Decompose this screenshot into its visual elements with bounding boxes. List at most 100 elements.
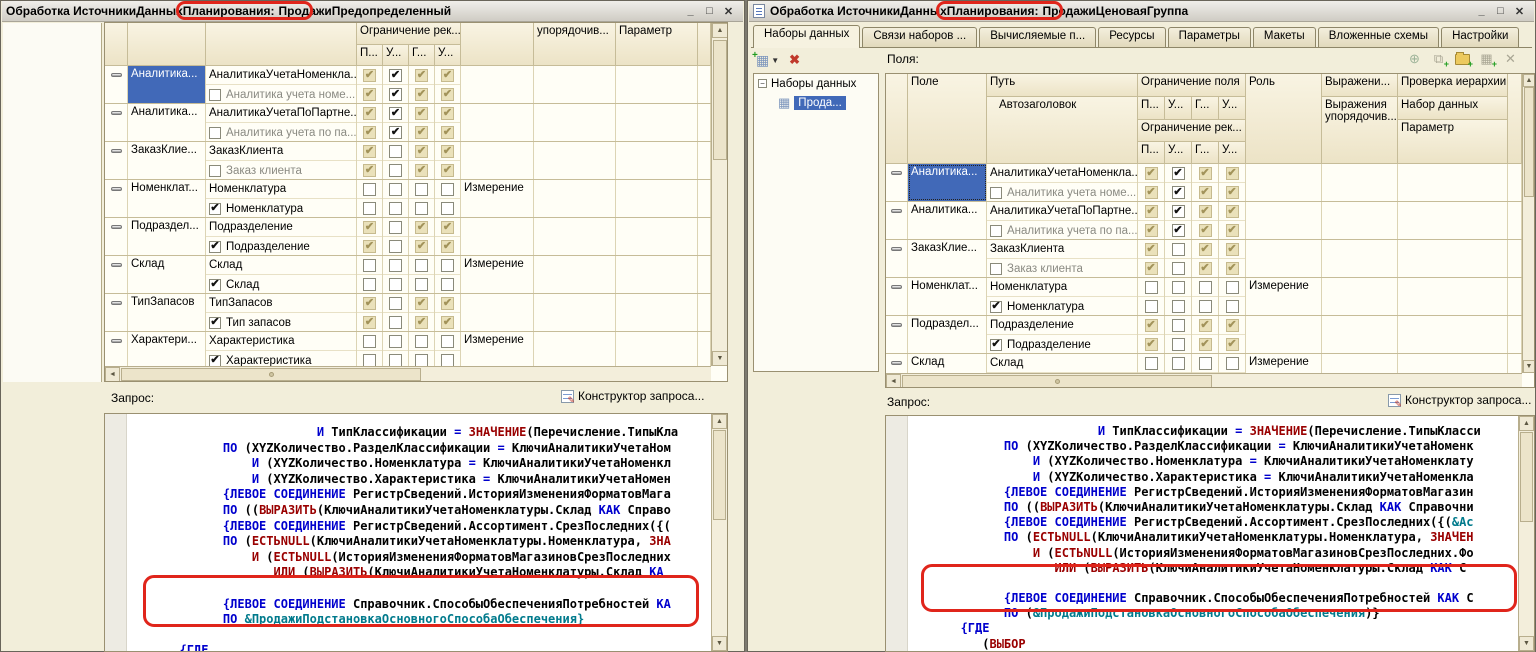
path-main[interactable]: Склад xyxy=(206,256,356,275)
limit-checkbox-cell[interactable] xyxy=(435,66,461,103)
limit-main[interactable] xyxy=(1192,316,1218,335)
limit-checkbox-cell[interactable] xyxy=(1192,202,1219,239)
limit-sub[interactable] xyxy=(1219,221,1245,239)
field-path-cell[interactable]: ПодразделениеПодразделение xyxy=(987,316,1138,353)
role-cell[interactable] xyxy=(461,104,534,141)
field-name-cell[interactable]: Аналитика... xyxy=(908,164,987,201)
limit-main[interactable] xyxy=(383,66,408,85)
limit-checkbox-cell[interactable] xyxy=(383,66,409,103)
checkbox-un[interactable] xyxy=(1172,281,1185,294)
checkbox-ec[interactable] xyxy=(1172,167,1185,180)
limit-checkbox-cell[interactable] xyxy=(357,294,383,331)
limit-checkbox-cell[interactable] xyxy=(357,66,383,103)
checkbox-dc[interactable] xyxy=(1145,186,1158,199)
row-grip-cell[interactable] xyxy=(105,142,128,179)
limit-checkbox-cell[interactable] xyxy=(357,218,383,255)
checkbox-un[interactable] xyxy=(1172,243,1185,256)
checkbox-dc[interactable] xyxy=(363,240,376,253)
empty-cell[interactable] xyxy=(698,142,711,179)
row-grip-icon[interactable] xyxy=(111,73,122,77)
checkbox-dc[interactable] xyxy=(1226,319,1239,332)
checkbox-dc[interactable] xyxy=(363,164,376,177)
checkbox-ec[interactable] xyxy=(389,88,402,101)
maximize-icon[interactable]: □ xyxy=(1494,5,1507,18)
delete-dataset-button[interactable]: ✖ xyxy=(789,50,800,70)
limit-sub[interactable] xyxy=(357,313,382,331)
checkbox-dc[interactable] xyxy=(1226,262,1239,275)
close-icon[interactable]: ✕ xyxy=(1513,5,1526,18)
limit-sub[interactable] xyxy=(383,275,408,293)
checkbox-dc[interactable] xyxy=(1145,243,1158,256)
empty-cell[interactable] xyxy=(616,256,698,293)
checkbox-un[interactable] xyxy=(1172,338,1185,351)
checkbox-dc[interactable] xyxy=(363,126,376,139)
limit-sub[interactable] xyxy=(1219,335,1245,353)
scroll-down-icon[interactable]: ▼ xyxy=(1523,360,1535,373)
role-cell[interactable]: Измерение xyxy=(1246,278,1322,315)
limit-sub[interactable] xyxy=(1138,335,1164,353)
row-grip-icon[interactable] xyxy=(111,263,122,267)
tab-4[interactable]: Ресурсы xyxy=(1098,27,1165,47)
checkbox-dc[interactable] xyxy=(441,107,454,120)
maximize-icon[interactable]: □ xyxy=(703,5,716,18)
scroll-up-icon[interactable]: ▲ xyxy=(1523,74,1535,87)
checkbox-un[interactable] xyxy=(1172,262,1185,275)
empty-cell[interactable] xyxy=(616,180,698,217)
checkbox-dc[interactable] xyxy=(415,145,428,158)
row-grip-cell[interactable] xyxy=(886,164,908,201)
limit-checkbox-cell[interactable] xyxy=(409,218,435,255)
role-cell[interactable] xyxy=(1246,240,1322,277)
limit-sub[interactable] xyxy=(383,123,408,141)
field-path-cell[interactable]: ЗаказКлиентаЗаказ клиента xyxy=(987,240,1138,277)
right-table-vscrollbar[interactable]: ▲ ▼ xyxy=(1522,74,1535,373)
limit-checkbox-cell[interactable] xyxy=(383,180,409,217)
empty-cell[interactable] xyxy=(1322,202,1398,239)
add-folder-icon[interactable]: + xyxy=(1454,51,1471,67)
row-grip-icon[interactable] xyxy=(891,285,902,289)
limit-checkbox-cell[interactable] xyxy=(357,332,383,366)
empty-cell[interactable] xyxy=(1398,240,1508,277)
scroll-up-icon[interactable]: ▲ xyxy=(712,414,727,429)
checkbox-un[interactable] xyxy=(415,278,428,291)
field-path-cell[interactable]: СкладСклад xyxy=(987,354,1138,373)
right-table-hscrollbar[interactable]: ◄ xyxy=(886,373,1522,388)
checkbox-un[interactable] xyxy=(389,240,402,253)
right-table-hthumb[interactable] xyxy=(902,375,1212,388)
limit-checkbox-cell[interactable] xyxy=(435,218,461,255)
checkbox-un[interactable] xyxy=(1145,357,1158,370)
checkbox-dc[interactable] xyxy=(1199,319,1212,332)
empty-cell[interactable] xyxy=(1398,202,1508,239)
path-main[interactable]: ЗаказКлиента xyxy=(206,142,356,161)
checkbox-dc[interactable] xyxy=(1226,243,1239,256)
checkbox-ec[interactable] xyxy=(209,279,221,291)
scroll-down-icon[interactable]: ▼ xyxy=(712,636,727,651)
limit-sub[interactable] xyxy=(1165,183,1191,201)
limit-sub[interactable] xyxy=(1192,335,1218,353)
checkbox-ec[interactable] xyxy=(1172,205,1185,218)
limit-sub[interactable] xyxy=(357,161,382,179)
tab-6[interactable]: Макеты xyxy=(1253,27,1316,47)
tree-node-dataset-prodazhi[interactable]: ▦ Прода... xyxy=(754,93,878,112)
checkbox-un[interactable] xyxy=(363,335,376,348)
checkbox-un[interactable] xyxy=(415,202,428,215)
limit-sub[interactable] xyxy=(1219,297,1245,315)
limit-main[interactable] xyxy=(435,142,460,161)
empty-cell[interactable] xyxy=(616,218,698,255)
limit-sub[interactable] xyxy=(357,351,382,366)
checkbox-un[interactable] xyxy=(363,202,376,215)
limit-sub[interactable] xyxy=(1165,259,1191,277)
checkbox-un[interactable] xyxy=(990,225,1002,237)
limit-main[interactable] xyxy=(409,180,434,199)
checkbox-dc[interactable] xyxy=(441,88,454,101)
limit-checkbox-cell[interactable] xyxy=(409,256,435,293)
path-autotitle[interactable]: Аналитика учета номе... xyxy=(206,85,356,103)
empty-cell[interactable] xyxy=(698,256,711,293)
checkbox-dc[interactable] xyxy=(1145,338,1158,351)
limit-checkbox-cell[interactable] xyxy=(1165,240,1192,277)
scroll-down-icon[interactable]: ▼ xyxy=(1519,636,1534,651)
path-main[interactable]: Склад xyxy=(987,354,1137,373)
empty-cell[interactable] xyxy=(1322,354,1398,373)
path-main[interactable]: Характеристика xyxy=(206,332,356,351)
row-grip-icon[interactable] xyxy=(891,247,902,251)
limit-checkbox-cell[interactable] xyxy=(409,294,435,331)
